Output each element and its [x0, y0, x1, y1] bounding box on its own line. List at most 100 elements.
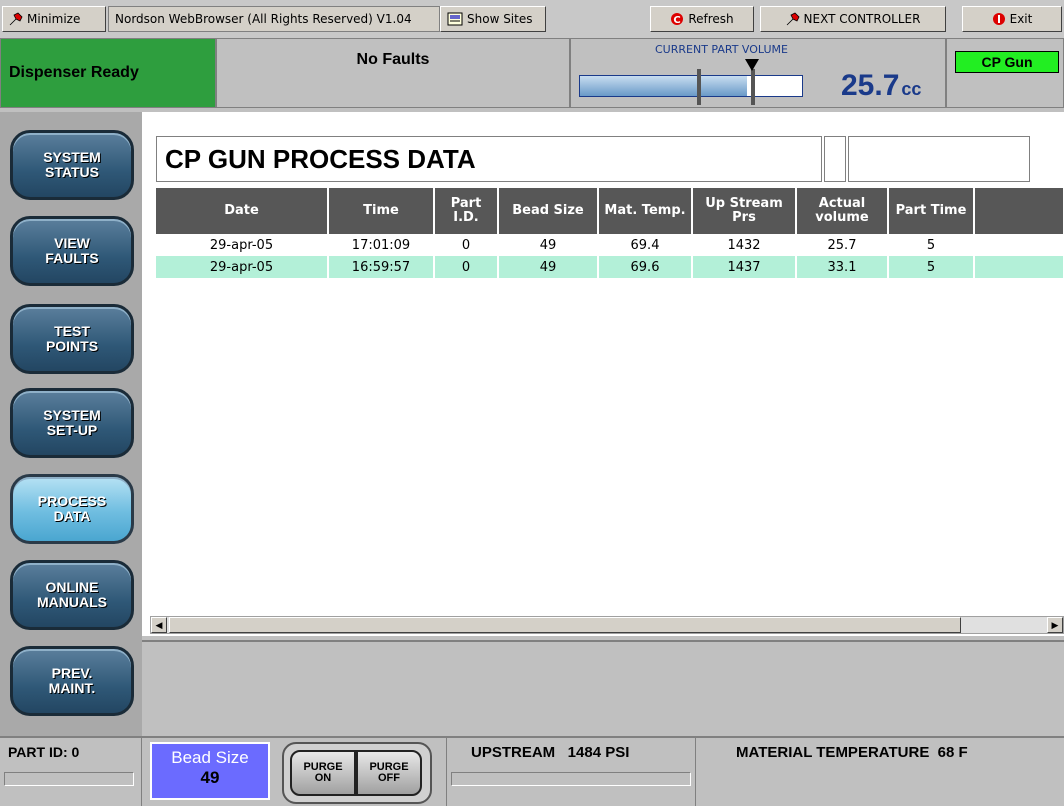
nav-label: STATUS — [45, 164, 99, 180]
volume-label: CURRENT PART VOLUME — [655, 43, 788, 56]
show-sites-button[interactable]: Show Sites — [440, 6, 546, 32]
column-header-label: Bead Size — [512, 203, 584, 218]
column-header — [974, 188, 1064, 234]
purge-off-button[interactable]: PURGE OFF — [356, 750, 422, 796]
column-header-label: Part — [450, 196, 482, 211]
part-id: PART ID: 0 — [8, 744, 80, 760]
nav-label: SET-UP — [46, 422, 98, 438]
table-row[interactable]: 29-apr-05 17:01:09 0 49 69.4 1432 25.7 5 — [156, 234, 1064, 256]
volume-marker-icon — [745, 59, 759, 71]
volume-number: 25.7 — [841, 69, 900, 102]
title-box — [824, 136, 846, 182]
exit-label: Exit — [1009, 12, 1033, 26]
table-cell — [974, 256, 1064, 278]
nav-label: PROCESS — [37, 493, 107, 509]
table-cell: 29-apr-05 — [156, 256, 329, 278]
column-header: Actual volume — [796, 188, 889, 234]
nav-label: POINTS — [45, 338, 99, 354]
column-header-label: Part Time — [895, 203, 967, 218]
refresh-button[interactable]: C Refresh — [650, 6, 754, 32]
table-row[interactable]: 29-apr-05 16:59:57 0 49 69.6 1437 33.1 5 — [156, 256, 1064, 278]
nav-system-status[interactable]: SYSTEM STATUS — [10, 130, 134, 200]
nav-label: SYSTEM — [43, 149, 101, 165]
horizontal-scrollbar[interactable]: ◀ ▶ — [150, 616, 1064, 634]
column-header: Time — [328, 188, 435, 234]
column-header-label: Prs — [732, 210, 756, 225]
nav-label: SYSTEM — [43, 407, 101, 423]
left-nav: SYSTEM STATUS VIEW FAULTS TEST POINTS SYSTE… — [0, 112, 142, 736]
refresh-label: Refresh — [688, 12, 734, 26]
show-sites-label: Show Sites — [467, 12, 533, 26]
nav-label: PREV. — [51, 665, 93, 681]
column-header-label: Mat. Temp. — [604, 203, 686, 218]
column-header-label: Time — [363, 203, 399, 218]
nav-process-data[interactable]: PROCESS DATA — [10, 474, 134, 544]
pin-icon — [786, 12, 800, 26]
table-cell: 49 — [498, 256, 599, 278]
table-cell: 69.4 — [598, 234, 693, 256]
nav-online-manuals[interactable]: ONLINE MANUALS — [10, 560, 134, 630]
bead-size-value: 49 — [200, 768, 220, 787]
table-cell: 69.6 — [598, 256, 693, 278]
pin-icon — [9, 12, 23, 26]
sites-icon — [447, 12, 463, 26]
dispenser-status: Dispenser Ready — [0, 38, 216, 108]
table-header-row: Date Time Part I.D. Bead Size Mat. Temp. Up St… — [156, 188, 1064, 234]
fault-status: No Faults — [216, 38, 570, 108]
volume-bar — [579, 75, 803, 97]
table-cell: 33.1 — [796, 256, 889, 278]
nav-label: MAINT. — [48, 680, 96, 696]
purge-on-button[interactable]: PURGE ON — [290, 750, 356, 796]
status-area — [142, 640, 1064, 736]
volume-value: 25.7 cc — [841, 69, 921, 103]
title-box — [848, 136, 1030, 182]
nav-test-points[interactable]: TEST POINTS — [10, 304, 134, 374]
column-header: Mat. Temp. — [598, 188, 693, 234]
refresh-icon: C — [671, 13, 684, 26]
table-body: 29-apr-05 17:01:09 0 49 69.4 1432 25.7 5 29-apr-… — [156, 234, 1064, 278]
nav-prev-maint[interactable]: PREV. MAINT. — [10, 646, 134, 716]
nav-label: ONLINE — [45, 579, 99, 595]
upstream-indicator — [451, 772, 691, 786]
bead-size-label: Bead Size — [171, 748, 249, 767]
part-volume-panel: CURRENT PART VOLUME 25.7 cc — [570, 38, 946, 108]
table-cell: 0 — [434, 234, 499, 256]
table-cell: 5 — [888, 256, 975, 278]
purge-on-label: ON — [314, 772, 332, 784]
table-cell: 1437 — [692, 256, 797, 278]
page-title: CP GUN PROCESS DATA — [156, 136, 822, 182]
upstream-pressure: UPSTREAM 1484 PSI — [471, 744, 630, 761]
column-header-label: Up Stream — [705, 196, 783, 211]
table-cell: 0 — [434, 256, 499, 278]
app-title: Nordson WebBrowser (All Rights Reserved)… — [108, 6, 440, 32]
table-cell: 29-apr-05 — [156, 234, 329, 256]
column-header: Part Time — [888, 188, 975, 234]
table-cell: 17:01:09 — [328, 234, 435, 256]
table-cell: 16:59:57 — [328, 256, 435, 278]
column-header-label: Actual — [818, 196, 866, 211]
nav-view-faults[interactable]: VIEW FAULTS — [10, 216, 134, 286]
scroll-right-icon[interactable]: ▶ — [1047, 617, 1063, 633]
nav-system-setup[interactable]: SYSTEM SET-UP — [10, 388, 134, 458]
scroll-left-icon[interactable]: ◀ — [151, 617, 167, 633]
column-header-label: volume — [815, 210, 869, 225]
material-temp-cell: MATERIAL TEMPERATURE 68 F — [696, 738, 1064, 806]
table-cell — [974, 234, 1064, 256]
volume-limit-high — [751, 69, 755, 105]
part-id-cell: PART ID: 0 — [0, 738, 142, 806]
exit-button[interactable]: Exit — [962, 6, 1062, 32]
column-header: Date — [156, 188, 329, 234]
volume-unit: cc — [901, 79, 922, 99]
column-header-label: Date — [224, 203, 259, 218]
minimize-button[interactable]: Minimize — [2, 6, 106, 32]
nav-label: TEST — [54, 323, 90, 339]
next-controller-button[interactable]: NEXT CONTROLLER — [760, 6, 946, 32]
gun-name: CP Gun — [955, 51, 1059, 73]
scroll-thumb[interactable] — [169, 617, 961, 633]
svg-text:C: C — [674, 15, 681, 26]
volume-limit-low — [697, 69, 701, 105]
column-header: Part I.D. — [434, 188, 499, 234]
table-cell: 1432 — [692, 234, 797, 256]
table-cell: 49 — [498, 234, 599, 256]
process-data-table: Date Time Part I.D. Bead Size Mat. Temp. Up St… — [156, 188, 1064, 278]
